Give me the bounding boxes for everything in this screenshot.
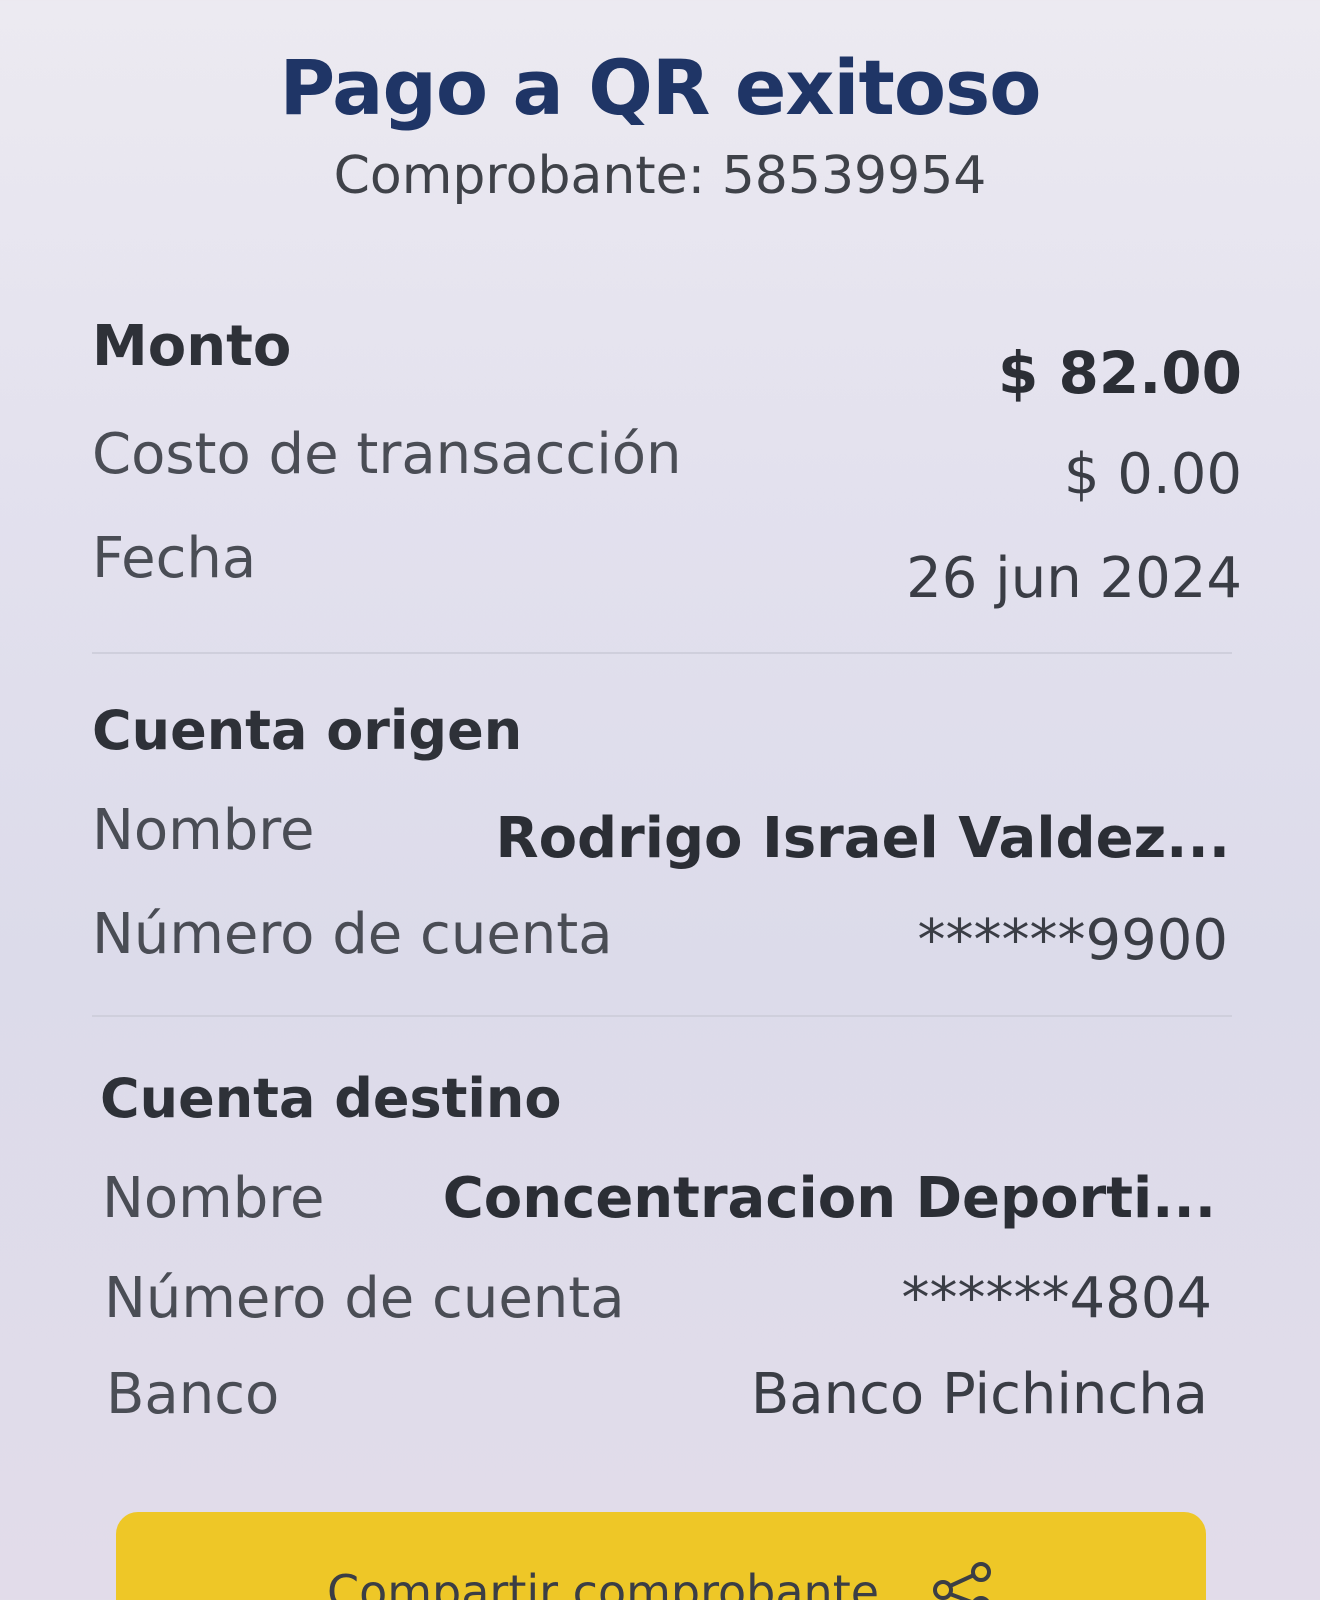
amount-value: $ 82.00 [997,339,1242,407]
destination-bank-row: Banco Banco Pichincha [92,1362,1242,1462]
amount-row: Monto $ 82.00 [92,310,1242,414]
origin-account-title: Cuenta origen [92,699,523,762]
destination-name-value: Concentracion Deporti... [442,1166,1216,1231]
destination-account-value: ******4804 [901,1266,1212,1331]
fee-value: $ 0.00 [1063,442,1242,507]
destination-account-section: Cuenta destino Nombre Concentracion Depo… [92,1066,1242,1462]
destination-account-label: Número de cuenta [104,1266,625,1331]
summary-section: Monto $ 82.00 Costo de transacción $ 0.0… [92,310,1242,626]
destination-title-row: Cuenta destino [92,1066,1242,1166]
origin-account-value: ******9900 [917,908,1228,973]
receipt-number: Comprobante: 58539954 [333,146,987,206]
origin-title-row: Cuenta origen [92,698,1242,798]
share-receipt-label: Compartir comprobante [326,1565,880,1600]
divider [92,652,1232,654]
payment-receipt-screen: Pago a QR exitoso Comprobante: 58539954 … [0,0,1320,1600]
page-title: Pago a QR exitoso [279,43,1042,132]
amount-label: Monto [92,314,292,379]
divider [92,1015,1232,1017]
date-label: Fecha [92,526,257,591]
origin-account-label: Número de cuenta [92,902,613,967]
destination-bank-label: Banco [106,1362,280,1427]
share-receipt-button[interactable]: Compartir comprobante [116,1512,1206,1600]
receipt-header: Pago a QR exitoso Comprobante: 58539954 [0,40,1320,208]
origin-account-row: Número de cuenta ******9900 [92,902,1242,1006]
fee-row: Costo de transacción $ 0.00 [92,414,1242,520]
origin-name-value: Rodrigo Israel Valdez... [495,806,1230,871]
date-value: 26 jun 2024 [906,546,1242,611]
destination-name-row: Nombre Concentracion Deporti... [92,1166,1242,1266]
share-icon [931,1562,995,1600]
destination-bank-value: Banco Pichincha [750,1362,1208,1427]
origin-account-section: Cuenta origen Nombre Rodrigo Israel Vald… [92,698,1242,1006]
origin-name-row: Nombre Rodrigo Israel Valdez... [92,798,1242,902]
destination-name-label: Nombre [102,1166,325,1231]
destination-account-row: Número de cuenta ******4804 [92,1266,1242,1362]
fee-label: Costo de transacción [92,422,682,487]
origin-name-label: Nombre [92,798,315,863]
destination-account-title: Cuenta destino [100,1067,562,1130]
date-row: Fecha 26 jun 2024 [92,520,1242,626]
